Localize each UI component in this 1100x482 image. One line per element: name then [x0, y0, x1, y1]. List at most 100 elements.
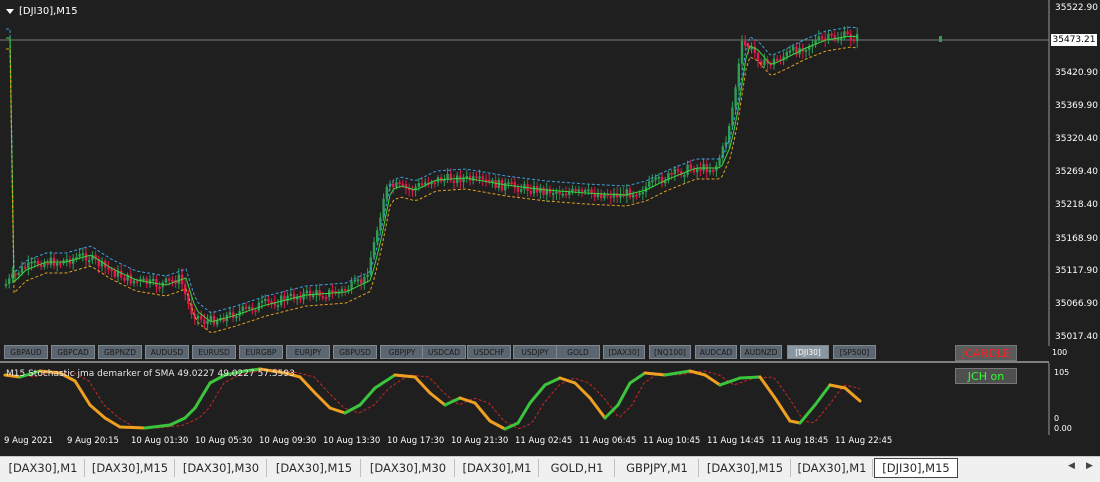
candle-body [257, 302, 260, 311]
candle-body [478, 176, 481, 179]
stochastic-segment [788, 419, 802, 425]
symbol-button-usdjpy[interactable]: USDJPY [513, 345, 557, 359]
candle-body [564, 193, 568, 196]
subwindow-title: M15 Stochastic jma demarker of SMA 49.02… [6, 369, 295, 379]
candle-body [676, 169, 680, 172]
candle-body [820, 36, 824, 39]
candle-body [164, 278, 168, 283]
tab-chart[interactable]: GBPJPY,M1 [616, 459, 699, 477]
tab-chart[interactable]: [DAX30],M1 [2, 459, 85, 477]
symbol-button-gbpusd[interactable]: GBPUSD [333, 345, 377, 359]
symbol-button-sp500[interactable]: [SP500] [833, 345, 876, 359]
tab-chart[interactable]: GOLD,H1 [540, 459, 615, 477]
time-label: 10 Aug 13:30 [323, 436, 381, 446]
candle-body [27, 262, 30, 269]
candle-body [852, 39, 856, 42]
subwindow-scale-label: 0 [1054, 414, 1060, 423]
tab-chart[interactable]: [DAX30],M15 [268, 459, 361, 477]
candle-body [171, 279, 174, 282]
candle-body [20, 266, 24, 273]
symbol-button-gold[interactable]: GOLD [556, 345, 600, 359]
candle-body [280, 295, 283, 305]
symbol-button-audusd[interactable]: AUDUSD [145, 345, 189, 359]
candle-body [584, 190, 587, 193]
symbol-button-dji30[interactable]: [DJI30] [787, 345, 829, 359]
symbol-button-gbpjpy[interactable]: GBPJPY [380, 345, 424, 359]
tab-scroll-right-icon[interactable]: ▶ [1086, 461, 1093, 471]
symbol-button-gbpaud[interactable]: GBPAUD [4, 345, 48, 359]
candle-body [312, 295, 315, 298]
candle-body [30, 261, 33, 264]
candle-body [446, 173, 449, 180]
subwindow-scale-label: 0.00 [1054, 424, 1072, 433]
symbol-button-nq100[interactable]: [NQ100] [649, 345, 691, 359]
candle-body [516, 187, 520, 192]
candle-body [686, 164, 689, 175]
tab-chart[interactable]: [DAX30],M15 [700, 459, 791, 477]
candle-body [641, 192, 644, 195]
symbol-button-audcad[interactable]: AUDCAD [695, 345, 737, 359]
tab-chart[interactable]: [DAX30],M1 [456, 459, 539, 477]
price-chart[interactable]: [DJI30],M15 35522.90 35420.90 35369.90 3… [0, 0, 1100, 346]
jch-button[interactable]: JCH on [955, 368, 1017, 384]
symbol-button-usdchf[interactable]: USDCHF [467, 345, 511, 359]
candle-body [712, 169, 715, 172]
time-label: 10 Aug 17:30 [387, 436, 445, 446]
symbol-button-eurusd[interactable]: EURUSD [192, 345, 236, 359]
current-price-label: 35473.21 [1051, 34, 1097, 46]
candle-body [638, 193, 641, 196]
candle-body [324, 296, 328, 299]
tab-chart[interactable]: [DAX30],M15 [86, 459, 175, 477]
symbol-button-audnzd[interactable]: AUDNZD [740, 345, 782, 359]
candle-body [763, 59, 766, 66]
candle-body [59, 263, 62, 266]
dropdown-triangle-icon[interactable] [6, 8, 14, 14]
candle-body [340, 289, 344, 292]
candle-body [708, 169, 712, 173]
symbol-button-dax30[interactable]: [DAX30] [603, 345, 645, 359]
price-label: 35369.90 [1055, 101, 1098, 111]
tab-chart[interactable]: [DAX30],M30 [362, 459, 455, 477]
stochastic-segment [738, 375, 762, 380]
symbol-button-eurjpy[interactable]: EURJPY [286, 345, 330, 359]
candle-body [136, 280, 139, 283]
time-label: 11 Aug 10:45 [643, 436, 701, 446]
candle-body [356, 279, 360, 282]
time-axis[interactable]: 9 Aug 2021 9 Aug 20:15 10 Aug 01:30 10 A… [0, 435, 1049, 449]
symbol-button-usdcad[interactable]: USDCAD [422, 345, 466, 359]
tab-chart[interactable]: [DAX30],M1 [792, 459, 873, 477]
symbol-button-gbpnzd[interactable]: GBPNZD [98, 345, 142, 359]
candle-body [33, 260, 36, 263]
candle-marker [939, 36, 942, 42]
candle-body [657, 176, 660, 179]
price-label: 35168.90 [1055, 234, 1098, 244]
candle-body [593, 193, 596, 198]
tab-chart[interactable]: [DAX30],M30 [176, 459, 267, 477]
price-label: 35420.90 [1055, 68, 1098, 78]
candle-body [392, 183, 395, 188]
candle-body [561, 193, 564, 196]
candle-body [507, 182, 510, 185]
candle-body [212, 315, 216, 325]
candle-body [632, 194, 635, 198]
candle-body [577, 189, 580, 192]
symbol-button-eurgbp[interactable]: EURGBP [239, 345, 283, 359]
tab-scroll-left-icon[interactable]: ◀ [1068, 461, 1075, 471]
jcandle-button[interactable]: JCANDLE [955, 345, 1017, 361]
chart-window[interactable]: [DJI30],M15 35522.90 35420.90 35369.90 3… [0, 0, 1100, 456]
candle-body [635, 194, 638, 197]
symbol-button-gbpcad[interactable]: GBPCAD [51, 345, 95, 359]
candle-body [302, 293, 305, 300]
price-axis[interactable]: 35522.90 35420.90 35369.90 35320.40 3526… [1049, 0, 1100, 346]
time-label: 9 Aug 2021 [4, 436, 54, 446]
candle-body [318, 290, 321, 297]
candle-body [36, 260, 40, 265]
chart-title[interactable]: [DJI30],M15 [6, 6, 78, 17]
tab-chart-active[interactable]: [DJI30],M15 [874, 458, 958, 478]
candle-body [81, 253, 84, 256]
price-label: 35117.90 [1055, 266, 1098, 276]
candle-body [203, 319, 206, 325]
price-label: 35218.40 [1055, 200, 1098, 210]
candle-body [49, 257, 52, 265]
candle-body [609, 195, 612, 198]
